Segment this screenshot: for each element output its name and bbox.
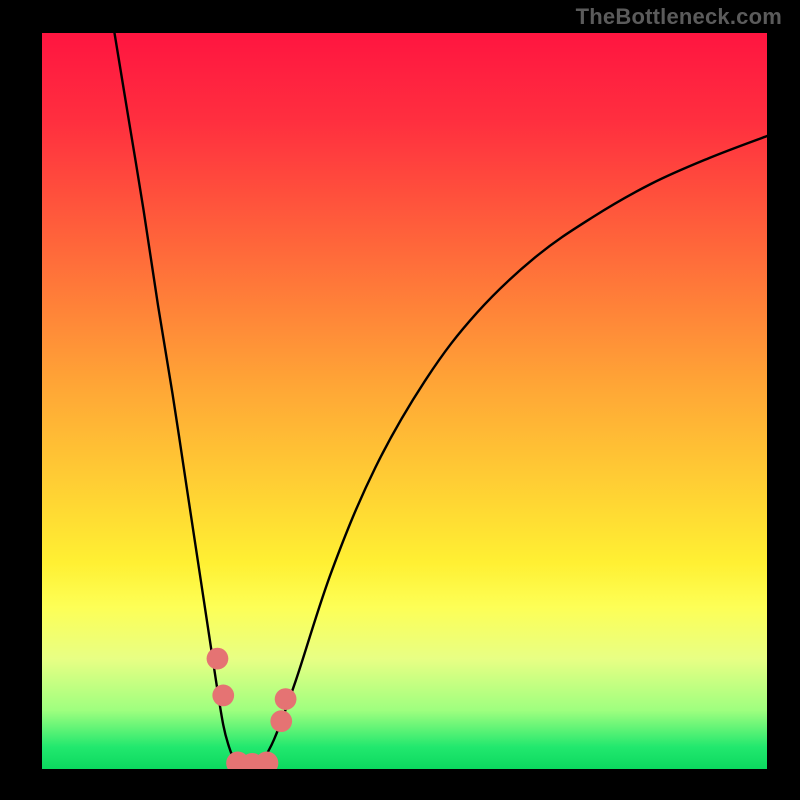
blob-bottom-3 [255,752,278,769]
series-group [115,33,768,765]
series-curve-right [260,136,768,765]
chart-frame: TheBottleneck.com [0,0,800,800]
attribution-label: TheBottleneck.com [576,4,782,30]
marker-group [207,648,297,769]
blob-left-1 [207,648,229,670]
chart-background [42,33,767,769]
blob-left-2 [212,685,234,707]
series-curve-left [115,33,238,765]
blob-right-1 [270,710,292,732]
blob-bottom-1 [226,752,249,769]
blob-bottom-2 [241,753,264,769]
chart-svg [42,33,767,769]
plot-area [42,33,767,769]
blob-right-2 [275,688,297,710]
